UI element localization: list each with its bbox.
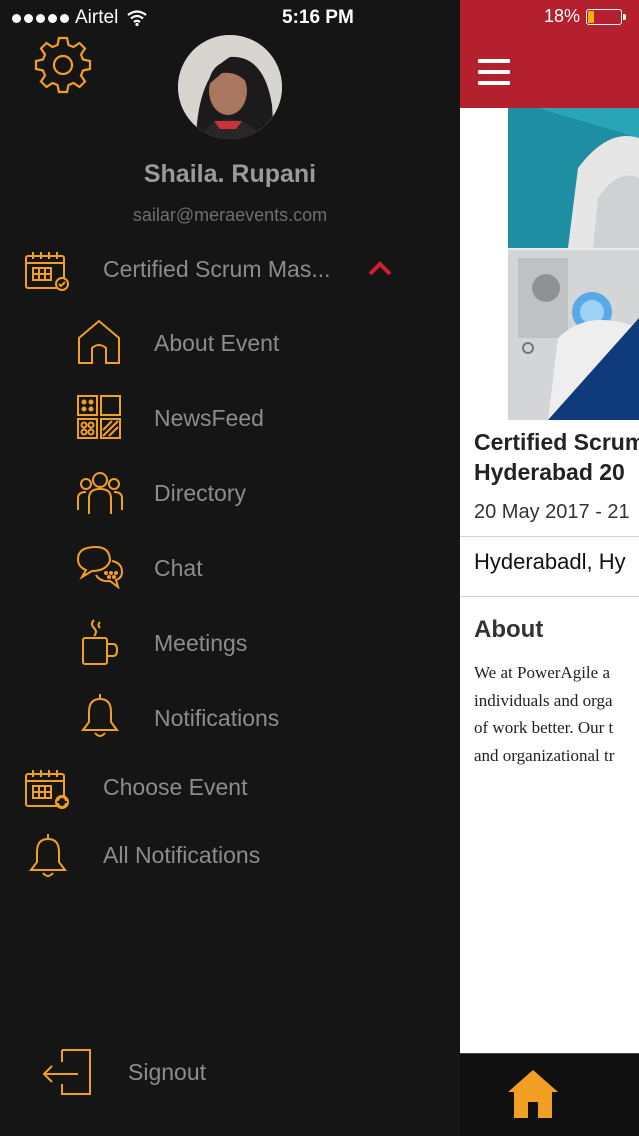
signout-button[interactable]: Signout (128, 1059, 206, 1086)
status-carrier: Airtel (12, 6, 148, 30)
calendar-refresh-icon (25, 770, 69, 809)
menu-item-choose-event[interactable]: Choose Event (103, 774, 247, 801)
all-notifications-bell-icon (29, 834, 67, 877)
event-banner-image (508, 108, 639, 420)
about-text: We at PowerAgile a individuals and orga … (474, 663, 615, 765)
menu-item-notifications[interactable]: Notifications (154, 705, 279, 732)
bottom-tab-bar (460, 1053, 639, 1136)
signal-strength-icon (12, 13, 69, 23)
current-event-item[interactable]: Certified Scrum Mas... (103, 256, 331, 283)
signout-icon (42, 1049, 91, 1095)
menu-item-newsfeed[interactable]: NewsFeed (154, 405, 264, 432)
event-detail-screen: Certified Scrum Hyderabad 20 20 May 2017… (460, 0, 639, 1136)
home-tab-icon[interactable] (506, 1068, 560, 1120)
chat-bubbles-icon (76, 545, 124, 589)
chevron-up-icon[interactable] (367, 260, 393, 278)
home-outline-icon (78, 319, 120, 364)
divider (460, 596, 639, 597)
calendar-check-icon (25, 252, 69, 291)
event-date: 20 May 2017 - 21 (474, 501, 630, 523)
menu-item-meetings[interactable]: Meetings (154, 630, 247, 657)
user-email: sailar@meraevents.com (132, 205, 328, 225)
menu-item-chat[interactable]: Chat (154, 555, 203, 582)
battery-fill (588, 10, 595, 23)
current-event-label: Certified Scrum Mas... (103, 256, 331, 282)
about-heading: About (474, 616, 544, 643)
settings-gear-icon[interactable] (32, 34, 94, 96)
battery-percent: 18% (544, 6, 581, 26)
avatar-photo (178, 35, 282, 139)
menu-item-all-notifications[interactable]: All Notifications (103, 842, 260, 869)
status-time: 5:16 PM (282, 7, 354, 28)
battery-icon (586, 8, 627, 25)
user-avatar[interactable] (178, 35, 282, 139)
event-title: Certified Scrum Hyderabad 20 (474, 429, 639, 485)
navigation-drawer: Airtel 5:16 PM Shaila. Rupani sailar@mer… (0, 0, 460, 1136)
menu-item-about-event[interactable]: About Event (154, 330, 279, 357)
divider (460, 536, 639, 537)
event-location: Hyderabadl, Hy (474, 549, 626, 574)
grid-icon (77, 395, 121, 439)
people-icon (77, 472, 123, 514)
status-battery: 18% (544, 6, 627, 27)
wifi-icon (127, 10, 147, 27)
user-name: Shaila. Rupani (143, 160, 317, 188)
coffee-cup-icon (82, 619, 119, 665)
hamburger-menu-icon[interactable] (478, 59, 510, 92)
bell-icon (81, 694, 119, 737)
carrier-name: Airtel (75, 7, 119, 28)
menu-item-directory[interactable]: Directory (154, 480, 246, 507)
